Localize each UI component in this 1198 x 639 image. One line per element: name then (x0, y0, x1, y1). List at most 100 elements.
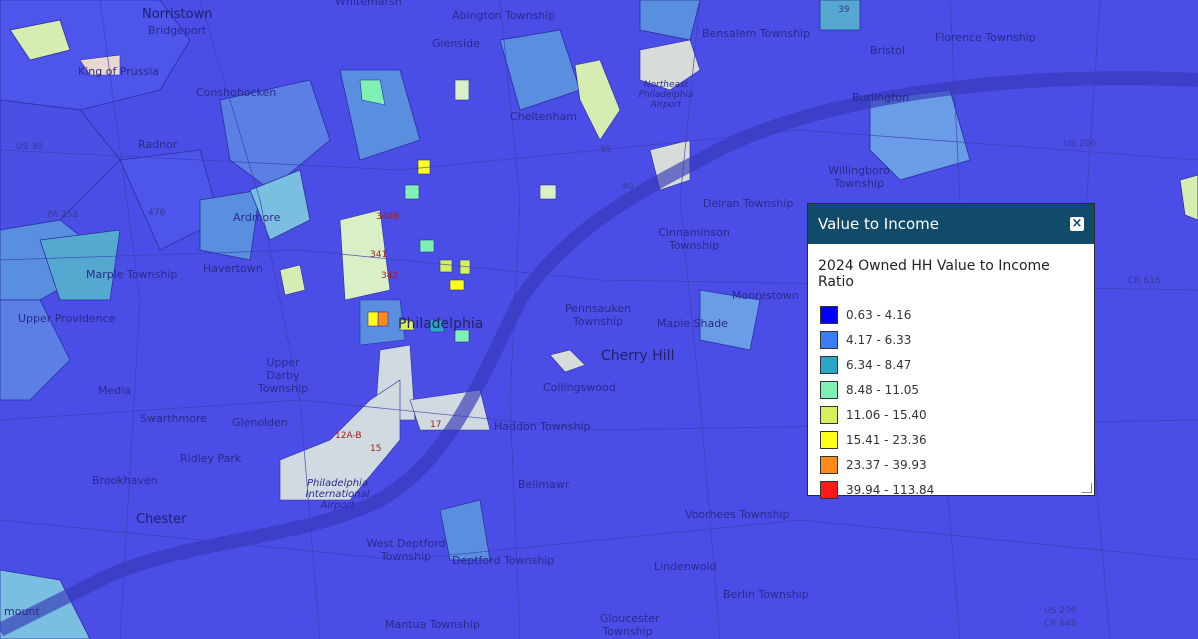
label-west-deptford: West Deptford Township (366, 537, 446, 563)
label-philadelphia: Philadelphia (398, 316, 484, 332)
legend-label: 0.63 - 4.16 (846, 307, 912, 322)
legend-panel-header: Value to Income × (808, 204, 1094, 244)
label-ne-phila-airport: Northeast Philadelphia Airport (638, 80, 694, 110)
label-radnor: Radnor (138, 138, 178, 151)
label-collingswood: Collingswood (543, 381, 616, 394)
legend-list: 0.63 - 4.16 4.17 - 6.33 6.34 - 8.47 8.48 - … (808, 302, 1094, 502)
map-region (454, 79, 470, 101)
map-region (539, 184, 557, 200)
map-region (419, 239, 435, 253)
legend-item: 39.94 - 113.84 (808, 477, 1094, 502)
label-delran: Delran Township (703, 197, 794, 210)
legend-item: 15.41 - 23.36 (808, 427, 1094, 452)
legend-swatch (820, 455, 838, 474)
label-havertown: Havertown (203, 262, 263, 275)
legend-label: 11.06 - 15.40 (846, 407, 927, 422)
road-label-12ab: 12A-B (335, 431, 362, 441)
legend-item: 23.37 - 39.93 (808, 452, 1094, 477)
label-glenside: Glenside (432, 37, 480, 50)
label-mantua: Mantua Township (385, 618, 481, 631)
map-region (377, 311, 389, 327)
label-ardmore: Ardmore (233, 211, 281, 224)
legend-label: 15.41 - 23.36 (846, 432, 927, 447)
label-bellmawr: Bellmawr (518, 478, 570, 491)
label-king-of-prussia: King of Prussia (78, 65, 160, 78)
road-label-95: 95 (600, 145, 612, 155)
label-bristol: Bristol (870, 44, 905, 57)
label-bensalem: Bensalem Township (702, 27, 811, 40)
label-deptford: Deptford Township (452, 554, 555, 567)
road-label-341: 341 (370, 250, 388, 260)
map-region (449, 279, 465, 291)
label-cheltenham: Cheltenham (510, 110, 577, 123)
legend-swatch (820, 480, 838, 499)
legend-label: 4.17 - 6.33 (846, 332, 912, 347)
label-ridley-park: Ridley Park (180, 452, 242, 465)
label-media: Media (98, 384, 132, 397)
road-label-us206: US 206 (1064, 139, 1097, 149)
map-region (199, 189, 261, 261)
legend-swatch (820, 330, 838, 349)
label-burlington: Burlington (852, 91, 910, 104)
label-brookhaven: Brookhaven (92, 474, 158, 487)
label-upper-providence: Upper Providence (18, 312, 116, 325)
road-label-cr648: CR 648 (1044, 619, 1077, 629)
road-label-us30: US 30 (16, 142, 43, 152)
legend-swatch (820, 380, 838, 399)
label-berlin: Berlin Township (723, 588, 809, 601)
resize-handle-icon[interactable] (1082, 483, 1092, 493)
road-label-476: 476 (148, 208, 166, 218)
label-moorestown: Moorestown (732, 289, 799, 302)
label-cherry-hill: Cherry Hill (601, 348, 675, 364)
road-label-pa252: PA 252 (47, 210, 79, 220)
label-upper-darby: Upper Darby Township (257, 356, 309, 395)
legend-item: 4.17 - 6.33 (808, 327, 1094, 352)
label-florence: Florence Township (935, 31, 1036, 44)
label-abington: Abington Township (452, 9, 556, 22)
road-label-15: 15 (370, 444, 382, 454)
label-phl-airport: Philadelphia International Airport (305, 478, 370, 511)
label-voorhees: Voorhees Township (685, 508, 790, 521)
label-mount: mount (4, 605, 40, 618)
legend-label: 6.34 - 8.47 (846, 357, 912, 372)
map-region (439, 259, 453, 273)
map-region (367, 311, 379, 327)
legend-panel: Value to Income × 2024 Owned HH Value to… (807, 203, 1095, 499)
label-gloucester: Gloucester Township (600, 612, 660, 638)
legend-label: 39.94 - 113.84 (846, 482, 935, 497)
legend-label: 23.37 - 39.93 (846, 457, 927, 472)
label-bridgeport: Bridgeport (148, 24, 207, 37)
label-whitemarsh: Whitemarsh (335, 0, 402, 8)
label-conshohocken: Conshohocken (196, 86, 277, 99)
road-label-340b: 340B (376, 212, 400, 222)
legend-item: 6.34 - 8.47 (808, 352, 1094, 377)
label-swarthmore: Swarthmore (140, 412, 208, 425)
label-pennsauken: Pennsauken Township (564, 302, 632, 328)
label-chester: Chester (136, 512, 187, 527)
label-lindenwold: Lindenwold (654, 560, 717, 573)
label-marple: Marple Township (86, 268, 178, 281)
close-icon[interactable]: × (1070, 217, 1084, 231)
legend-item: 0.63 - 4.16 (808, 302, 1094, 327)
map-region (404, 184, 420, 200)
label-glenolden: Glenolden (232, 416, 288, 429)
road-label-39: 39 (838, 5, 850, 15)
legend-item: 11.06 - 15.40 (808, 402, 1094, 427)
legend-panel-title: Value to Income (818, 215, 939, 233)
label-willingboro: Willingboro Township (828, 164, 890, 190)
legend-swatch (820, 355, 838, 374)
legend-swatch (820, 305, 838, 324)
road-label-342: 342 (381, 271, 399, 281)
legend-label: 8.48 - 11.05 (846, 382, 920, 397)
label-maple-shade: Maple Shade (657, 317, 728, 330)
road-label-us206b: US 206 (1044, 606, 1077, 616)
label-haddon: Haddon Township (494, 420, 591, 433)
road-label-17: 17 (430, 420, 442, 430)
legend-subtitle: 2024 Owned HH Value to Income Ratio (818, 258, 1050, 290)
label-cinnaminson: Cinnaminson Township (658, 226, 730, 252)
legend-swatch (820, 430, 838, 449)
road-label-cr616: CR 616 (1128, 276, 1161, 286)
legend-item: 8.48 - 11.05 (808, 377, 1094, 402)
label-norristown: Norristown (142, 7, 213, 22)
road-label-40: 40 (622, 182, 634, 192)
